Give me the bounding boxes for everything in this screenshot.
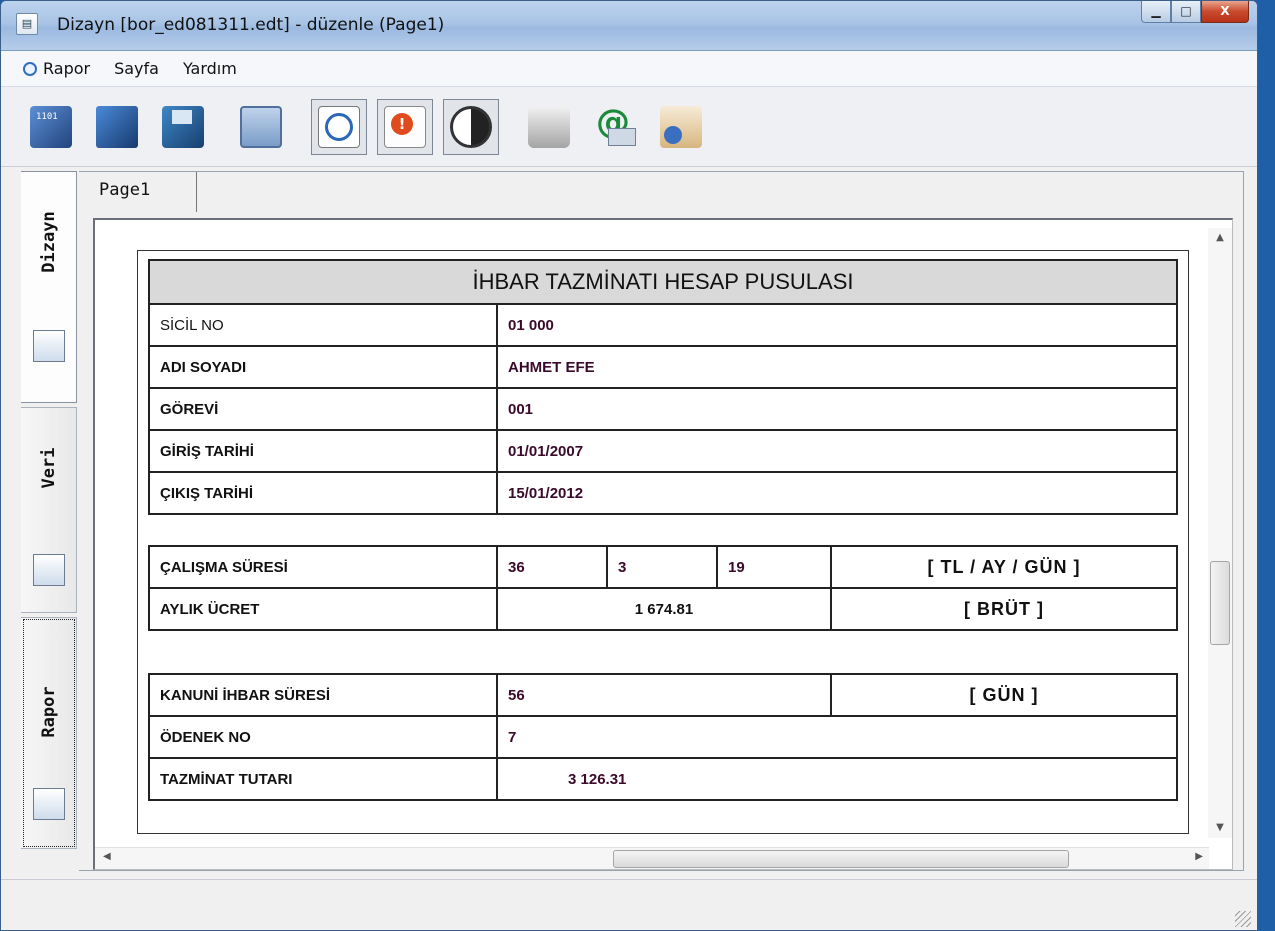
name-value: AHMET EFE	[496, 345, 1178, 389]
tab-page1[interactable]: Page1	[89, 172, 197, 212]
scroll-down-icon[interactable]: ▼	[1208, 818, 1232, 838]
notice-period-label: KANUNİ İHBAR SÜRESİ	[148, 673, 498, 717]
exit-icon	[660, 105, 702, 148]
sicil-label: SİCİL NO	[148, 303, 498, 347]
menu-yardim[interactable]: Yardım	[171, 59, 249, 78]
exit-button[interactable]	[653, 99, 709, 155]
report-title: İHBAR TAZMİNATI HESAP PUSULASI	[148, 259, 1178, 305]
allowance-value: 7	[496, 715, 1178, 759]
personal-table: İHBAR TAZMİNATI HESAP PUSULASI SİCİL NO …	[148, 259, 1178, 515]
report-canvas: İHBAR TAZMİNATI HESAP PUSULASI SİCİL NO …	[93, 218, 1233, 870]
email-icon	[594, 102, 636, 148]
data-tab-icon	[33, 554, 65, 586]
horizontal-scroll-thumb[interactable]	[613, 850, 1069, 868]
open-button[interactable]	[89, 99, 145, 155]
contrast-button[interactable]	[443, 98, 499, 155]
sicil-value: 01 000	[496, 303, 1178, 347]
role-label: GÖREVİ	[148, 387, 498, 431]
end-date-label: ÇIKIŞ TARİHİ	[148, 471, 498, 515]
tab-dizayn[interactable]: Dizayn	[21, 171, 77, 403]
duration-value-1: 36	[496, 545, 608, 589]
tab-rapor-label: Rapor	[38, 686, 59, 738]
start-date-value: 01/01/2007	[496, 429, 1178, 473]
role-value: 001	[496, 387, 1178, 431]
status-bar	[1, 879, 1257, 930]
scroll-left-icon[interactable]: ◀	[103, 851, 111, 862]
vertical-scroll-thumb[interactable]	[1210, 561, 1230, 645]
duration-unit: [ TL / AY / GÜN ]	[830, 545, 1178, 589]
menu-sayfa[interactable]: Sayfa	[102, 59, 171, 78]
email-button[interactable]	[587, 99, 643, 155]
tab-rapor[interactable]: Rapor	[21, 617, 77, 849]
maximize-button[interactable]: □	[1171, 1, 1201, 23]
notice-period-value: 56	[496, 673, 832, 717]
contrast-icon	[450, 105, 492, 148]
design-area: Page1 İHBAR TAZMİNATI HESAP PUSULASI SİC…	[79, 171, 1244, 871]
report-icon	[33, 788, 65, 820]
amount-label: TAZMİNAT TUTARI	[148, 757, 498, 801]
notice-table: KANUNİ İHBAR SÜRESİ 56 [ GÜN ] ÖDENEK NO…	[148, 673, 1178, 801]
printer-icon	[528, 105, 570, 148]
name-label: ADI SOYADI	[148, 345, 498, 389]
warning-icon	[384, 105, 426, 148]
data-icon	[30, 105, 72, 148]
app-icon: ▤	[16, 13, 38, 35]
menu-rapor[interactable]: Rapor	[1, 59, 102, 78]
close-button[interactable]: X	[1201, 1, 1249, 23]
design-icon	[33, 330, 65, 362]
app-window: ▤ Dizayn [bor_ed081311.edt] - düzenle (P…	[0, 0, 1258, 931]
data-button[interactable]	[23, 99, 79, 155]
notice-period-unit: [ GÜN ]	[830, 673, 1178, 717]
duration-value-2: 3	[606, 545, 718, 589]
scroll-right-icon[interactable]: ▶	[1195, 851, 1203, 862]
window-title: Dizayn [bor_ed081311.edt] - düzenle (Pag…	[57, 15, 445, 35]
work-table: ÇALIŞMA SÜRESİ 36 3 19 [ TL / AY / GÜN ]…	[148, 545, 1178, 631]
resize-grip-icon[interactable]	[1235, 911, 1251, 927]
tab-dizayn-label: Dizayn	[38, 211, 59, 273]
toolbar	[1, 87, 1257, 167]
tab-veri-label: Veri	[38, 447, 59, 489]
horizontal-scrollbar[interactable]: ◀ ▶	[95, 847, 1209, 869]
title-bar: ▤ Dizayn [bor_ed081311.edt] - düzenle (P…	[1, 1, 1257, 51]
magnifier-icon	[23, 61, 37, 76]
salary-unit: [ BRÜT ]	[830, 587, 1178, 631]
duration-value-3: 19	[716, 545, 832, 589]
report-page: İHBAR TAZMİNATI HESAP PUSULASI SİCİL NO …	[137, 250, 1189, 834]
end-date-value: 15/01/2012	[496, 471, 1178, 515]
minimize-button[interactable]: ▁	[1141, 1, 1171, 23]
duration-label: ÇALIŞMA SÜRESİ	[148, 545, 498, 589]
preview-icon	[318, 105, 360, 148]
start-date-label: GİRİŞ TARİHİ	[148, 429, 498, 473]
vertical-scrollbar[interactable]: ▲ ▼	[1208, 228, 1232, 838]
amount-value: 3 126.31	[496, 757, 1178, 801]
side-tabs: Dizayn Veri Rapor	[21, 171, 79, 861]
allowance-label: ÖDENEK NO	[148, 715, 498, 759]
tab-veri[interactable]: Veri	[21, 407, 77, 613]
salary-value: 1 674.81	[496, 587, 832, 631]
print-button[interactable]	[521, 99, 577, 155]
menu-rapor-label: Rapor	[43, 59, 91, 78]
scroll-up-icon[interactable]: ▲	[1208, 228, 1232, 248]
salary-label: AYLIK ÜCRET	[148, 587, 498, 631]
menu-bar: Rapor Sayfa Yardım	[1, 51, 1257, 87]
window-controls: ▁ □ X	[1141, 1, 1249, 23]
preview-button[interactable]	[311, 98, 367, 155]
layout-button[interactable]	[233, 99, 289, 155]
warning-button[interactable]	[377, 98, 433, 155]
layout-icon	[240, 105, 282, 148]
cabinet-icon	[96, 105, 138, 148]
save-disk-icon	[162, 105, 204, 148]
save-button[interactable]	[155, 99, 211, 155]
